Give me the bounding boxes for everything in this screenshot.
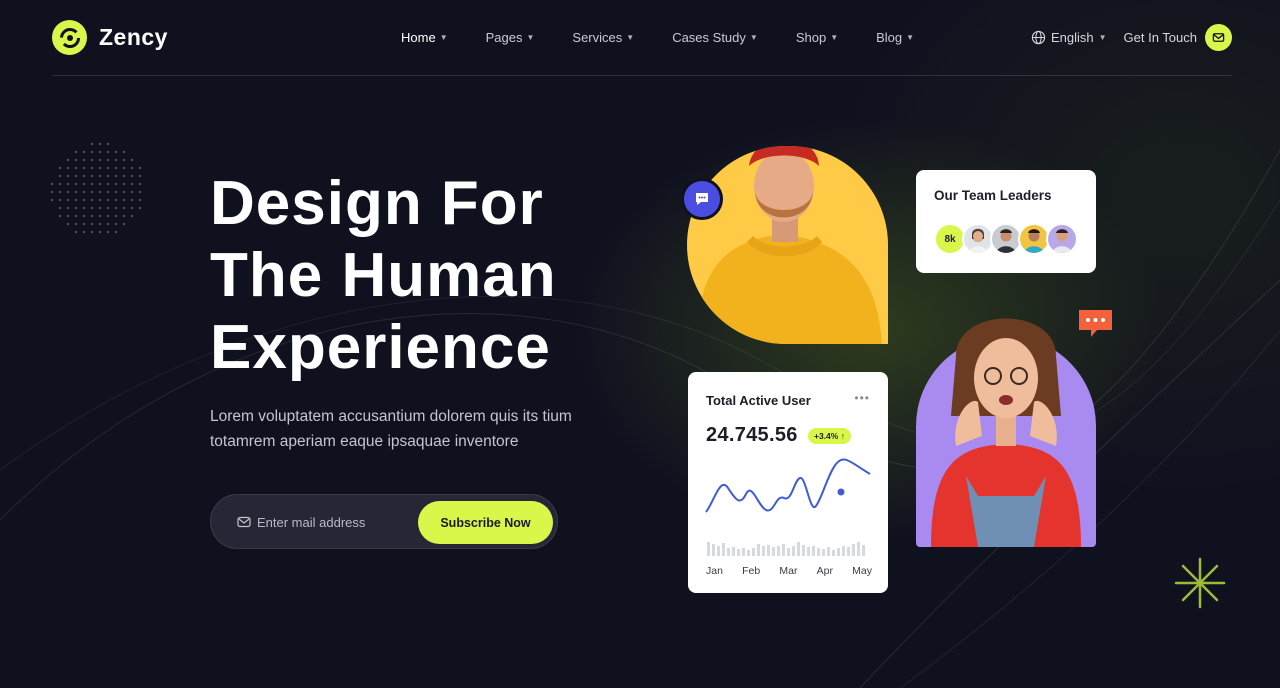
chevron-down-icon: ▼ <box>749 33 758 42</box>
avatar[interactable] <box>1046 223 1078 255</box>
email-input[interactable] <box>257 512 417 532</box>
message-icon[interactable] <box>1077 308 1114 338</box>
nav-label: Services <box>572 30 623 45</box>
chevron-down-icon: ▼ <box>906 33 915 42</box>
chevron-down-icon: ▼ <box>626 33 635 42</box>
hero-subtitle-line: Lorem voluptatem accusantium dolorem qui… <box>210 408 572 425</box>
hero-subtitle: Lorem voluptatem accusantium dolorem qui… <box>210 404 610 454</box>
month-label: Feb <box>742 565 761 577</box>
nav-item-pages[interactable]: Pages ▼ <box>486 30 535 45</box>
month-label: Jan <box>706 565 723 577</box>
chat-icon[interactable] <box>681 178 723 220</box>
globe-icon <box>1031 30 1046 45</box>
site-header: Zency Home ▼ Pages ▼ Services ▼ Cases Study… <box>52 0 1232 76</box>
nav-label: Blog <box>876 30 903 45</box>
sparkle-star-icon <box>1174 557 1226 609</box>
month-label: Mar <box>779 565 798 577</box>
chevron-down-icon: ▼ <box>830 33 839 42</box>
main-nav: Home ▼ Pages ▼ Services ▼ Cases Study ▼ Shop… <box>401 30 952 45</box>
nav-item-shop[interactable]: Shop ▼ <box>796 30 838 45</box>
nav-item-services[interactable]: Services ▼ <box>572 30 634 45</box>
language-selector[interactable]: English ▼ <box>1031 30 1107 45</box>
stats-title: Total Active User <box>706 393 811 408</box>
hero-subtitle-line: totamrem aperiam eaque ipsaquae inventor… <box>210 433 519 450</box>
growth-badge: +3.4% ↑ <box>808 428 851 444</box>
hero-title-line: Design For <box>210 169 544 238</box>
activity-bars <box>707 542 865 556</box>
hero-title-line: Experience <box>210 313 551 382</box>
month-labels: Jan Feb Mar Apr May <box>706 565 872 577</box>
more-options-icon[interactable]: ••• <box>854 391 870 405</box>
chevron-down-icon: ▼ <box>526 33 535 42</box>
logo-icon <box>52 20 87 55</box>
hero-title-line: The Human <box>210 241 557 310</box>
team-member-photo-woman <box>916 318 1096 547</box>
active-users-line-chart <box>705 458 871 556</box>
logo[interactable]: Zency <box>52 20 168 55</box>
get-in-touch-button[interactable]: Get In Touch <box>1124 24 1232 51</box>
month-label: May <box>852 565 872 577</box>
nav-label: Shop <box>795 30 827 45</box>
month-label: Apr <box>816 565 833 577</box>
active-users-card: Total Active User ••• 24.745.56 +3.4% ↑ … <box>688 372 888 593</box>
subscribe-button[interactable]: Subscribe Now <box>418 501 553 544</box>
chevron-down-icon: ▼ <box>439 33 448 42</box>
dot-pattern-decoration <box>50 142 142 234</box>
nav-label: Cases Study <box>672 30 746 45</box>
nav-item-cases-study[interactable]: Cases Study ▼ <box>672 30 758 45</box>
team-member-photo-man <box>687 146 888 344</box>
hero-title: Design For The Human Experience <box>210 168 650 384</box>
nav-item-home[interactable]: Home ▼ <box>401 30 448 45</box>
team-avatar-group: 8k <box>934 223 1078 255</box>
get-in-touch-label: Get In Touch <box>1123 30 1197 45</box>
mail-icon <box>237 516 251 528</box>
stats-value: 24.745.56 <box>706 424 798 446</box>
chevron-down-icon: ▼ <box>1098 33 1107 42</box>
logo-text: Zency <box>99 24 168 50</box>
nav-label: Pages <box>485 30 523 45</box>
team-leaders-title: Our Team Leaders <box>934 188 1052 203</box>
language-label: English <box>1051 30 1094 45</box>
nav-label: Home <box>401 30 436 45</box>
nav-item-blog[interactable]: Blog ▼ <box>876 30 914 45</box>
mail-icon <box>1205 24 1232 51</box>
team-leaders-card: Our Team Leaders 8k <box>916 170 1096 273</box>
subscribe-form: Subscribe Now <box>210 494 558 549</box>
